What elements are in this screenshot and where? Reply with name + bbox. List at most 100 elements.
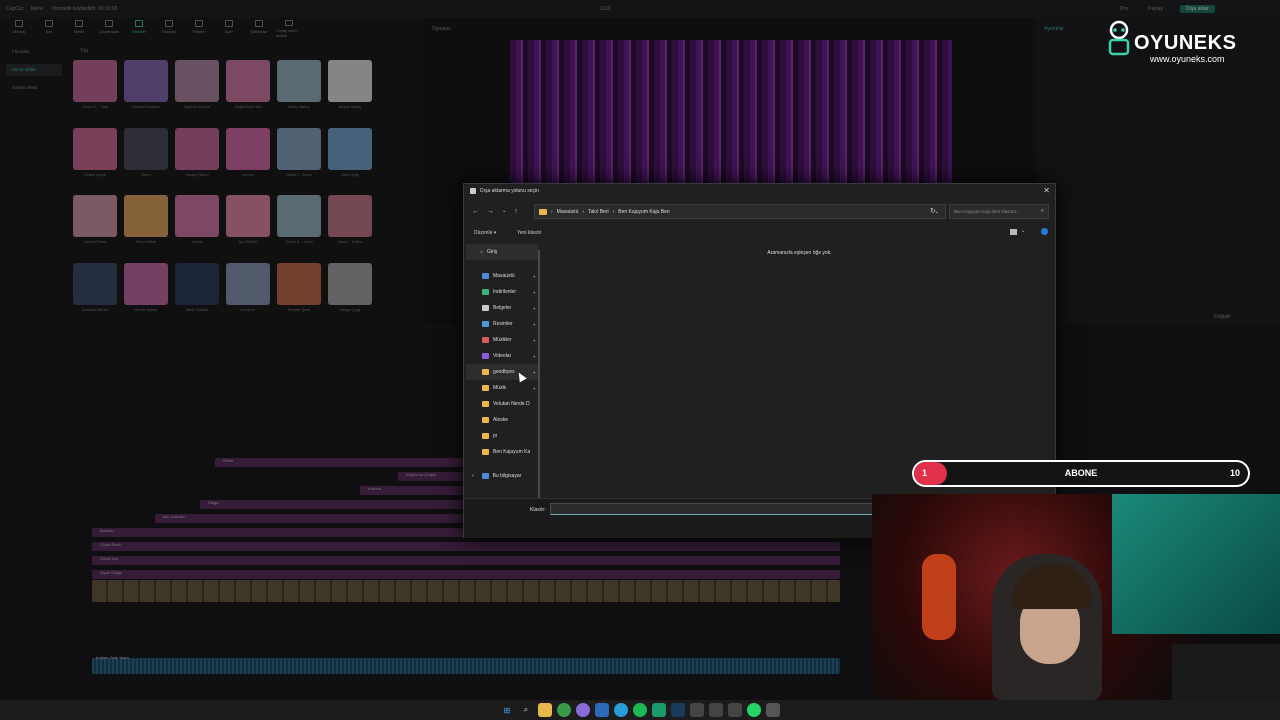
chevron-down-icon[interactable]: ⌄ (1021, 228, 1025, 234)
sidebar-item[interactable]: Müzikler ✦ (466, 332, 538, 348)
sidebar-item[interactable]: Müzik ✦ (466, 380, 538, 396)
sidebar-item[interactable]: Masaüstü ✦ (466, 268, 538, 284)
folder-input[interactable] (550, 503, 874, 515)
effect-thumbnail[interactable]: Renkli Işıklar (121, 262, 171, 329)
share-button[interactable]: Paylaş (1148, 6, 1163, 12)
file-explorer-icon[interactable] (538, 703, 552, 717)
view-options-icon[interactable] (1010, 229, 1017, 235)
telegram-icon[interactable] (614, 703, 628, 717)
start-icon[interactable]: ⊞ (500, 703, 514, 717)
app-icon[interactable] (766, 703, 780, 717)
keyboard-instrument (1172, 644, 1280, 700)
effect-thumbnail[interactable]: Işıl Gözlük (223, 195, 273, 261)
sidebar-item[interactable]: Resimler ✦ (466, 316, 538, 332)
effect-thumbnail[interactable]: Gece Işığı (325, 127, 375, 194)
effect-thumbnail[interactable]: Mutlu Bakış (274, 60, 324, 126)
effect-track-clip[interactable]: Siyah Gölge (92, 570, 840, 579)
effect-thumbnail[interactable]: Ruhsal Gözlem (121, 60, 171, 126)
effect-thumbnail[interactable]: Retro Efekt (121, 195, 171, 261)
search-icon[interactable]: ⌕ (519, 703, 533, 717)
store-icon[interactable] (595, 703, 609, 717)
sidebar-item[interactable]: Aloske (466, 412, 538, 428)
effect-track-clip[interactable]: Gözal Renk (92, 542, 840, 551)
sidebar-item[interactable]: Ben Kajuyum Ka (466, 444, 538, 460)
breadcrumb-item[interactable]: Ben Kajuyum Kaju Ben (618, 209, 669, 215)
sidebar-item[interactable]: İndirilenler ✦ (466, 284, 538, 300)
export-button[interactable]: Dışa aktar (1180, 5, 1215, 13)
main-video-track[interactable] (92, 580, 840, 602)
left-nav-item[interactable]: Vücut efekti (6, 64, 62, 76)
sidebar-item[interactable]: pr (466, 428, 538, 444)
chevron-right-icon[interactable]: › (472, 473, 474, 479)
toolbar-tab[interactable]: Filtreler (186, 20, 212, 38)
effect-thumbnail[interactable]: Pembe Şekil (274, 262, 324, 329)
effect-thumbnail[interactable]: Işıl Işıl (223, 127, 273, 194)
capcut-icon[interactable] (690, 703, 704, 717)
sidebar-item[interactable]: Videolar ✦ (466, 348, 538, 364)
recent-chevron-icon[interactable]: ⌄ (502, 208, 506, 214)
effect-track-clip[interactable]: Gözal Işık (92, 556, 840, 565)
audio-track[interactable] (92, 658, 840, 674)
left-nav-item[interactable]: Görsel efekti (6, 82, 62, 94)
browser-icon[interactable] (576, 703, 590, 717)
sidebar-item-home[interactable]: ⌂ Giriş (466, 244, 538, 260)
search-box[interactable]: Ben Kajuyum Kaju Ben klasörü... ⌕ (949, 204, 1049, 219)
breadcrumb-item[interactable]: Takıl Beri (588, 209, 609, 215)
forward-arrow-icon[interactable]: → (487, 208, 494, 215)
effect-thumbnail[interactable]: Dalga Çizgi (325, 262, 375, 329)
toolbar-tab[interactable]: Ayar (216, 20, 242, 38)
pro-badge[interactable]: Pro (1120, 6, 1128, 12)
refresh-icon[interactable]: ↻ (930, 207, 936, 215)
toolbar-tab[interactable]: Efektler (126, 20, 152, 38)
effect-thumbnail[interactable]: Kıvılcım (223, 262, 273, 329)
back-arrow-icon[interactable]: ← (472, 208, 479, 215)
effect-thumbnail[interactable]: Yavaş Çekim (172, 127, 222, 194)
effect-thumbnail[interactable]: Gözal (172, 195, 222, 261)
effect-thumbnail[interactable]: Öpücük Meyve (172, 60, 222, 126)
toolbar-tab[interactable]: Yapay zekâ avatar (276, 20, 302, 38)
address-bar[interactable]: › Masaüstü › Takıl Beri › Ben Kajuyum Ka… (534, 204, 946, 219)
effect-thumbnail[interactable]: Beyaz Bakış (325, 60, 375, 126)
toolbar-tab[interactable]: Çıkartmalar (96, 20, 122, 38)
effect-thumbnail[interactable]: Gözal Çiçek (70, 127, 120, 194)
new-folder-button[interactable]: Yeni klasör (517, 230, 541, 236)
app-icon[interactable] (652, 703, 666, 717)
effect-thumbnail[interactable]: Akıllı Gözlük (172, 262, 222, 329)
sidebar-item[interactable]: Belgeler ✦ (466, 300, 538, 316)
toolbar-tab[interactable]: Ses (36, 20, 62, 38)
ratio-change-button[interactable]: Değiştir (1214, 314, 1231, 320)
toolbar-tab[interactable]: Geçişler (156, 20, 182, 38)
effect-thumbnail[interactable]: Gözal K... Mavi (274, 195, 324, 261)
left-nav-item[interactable]: Favoriler (6, 46, 62, 58)
effect-preview-image (328, 127, 372, 170)
effect-thumbnail[interactable]: Gözal Ekstra (70, 195, 120, 261)
app-icon[interactable] (709, 703, 723, 717)
effect-preview-image (328, 195, 372, 237)
effect-thumbnail[interactable]: Gözal K... Tatlı (70, 60, 120, 126)
effect-preview-image (175, 262, 219, 305)
up-arrow-icon[interactable]: ↑ (514, 208, 518, 215)
effect-thumbnail[interactable]: Karanlık Ekran (70, 262, 120, 329)
sidebar-item[interactable]: goodbyes ✦ (466, 364, 538, 380)
sidebar-scrollbar[interactable] (538, 250, 540, 500)
effect-thumbnail[interactable]: Kalpli Ruh Hali (223, 60, 273, 126)
sidebar-item-this-pc[interactable]: › Bu bilgisayar (466, 468, 538, 484)
help-icon[interactable] (1041, 228, 1048, 235)
steam-icon[interactable] (671, 703, 685, 717)
close-button[interactable]: ✕ (1043, 186, 1050, 195)
toolbar-tab[interactable]: Metin (66, 20, 92, 38)
chrome-icon[interactable] (557, 703, 571, 717)
toolbar-tab-icon (75, 20, 83, 27)
app-icon[interactable] (728, 703, 742, 717)
organize-button[interactable]: Düzenle ▾ (474, 230, 496, 236)
breadcrumb-item[interactable]: Masaüstü (557, 209, 579, 215)
spotify-icon[interactable] (633, 703, 647, 717)
effect-thumbnail[interactable]: Retro (121, 127, 171, 194)
menu-button[interactable]: Menü (31, 6, 44, 12)
effect-thumbnail[interactable]: Gözal Y...Boyu (274, 127, 324, 194)
toolbar-tab[interactable]: Medya (6, 20, 32, 38)
toolbar-tab[interactable]: Şablonlar (246, 20, 272, 38)
effect-thumbnail[interactable]: Neon... Kalbe (325, 195, 375, 261)
sidebar-item[interactable]: Velutan Nerde D (466, 396, 538, 412)
whatsapp-icon[interactable] (747, 703, 761, 717)
